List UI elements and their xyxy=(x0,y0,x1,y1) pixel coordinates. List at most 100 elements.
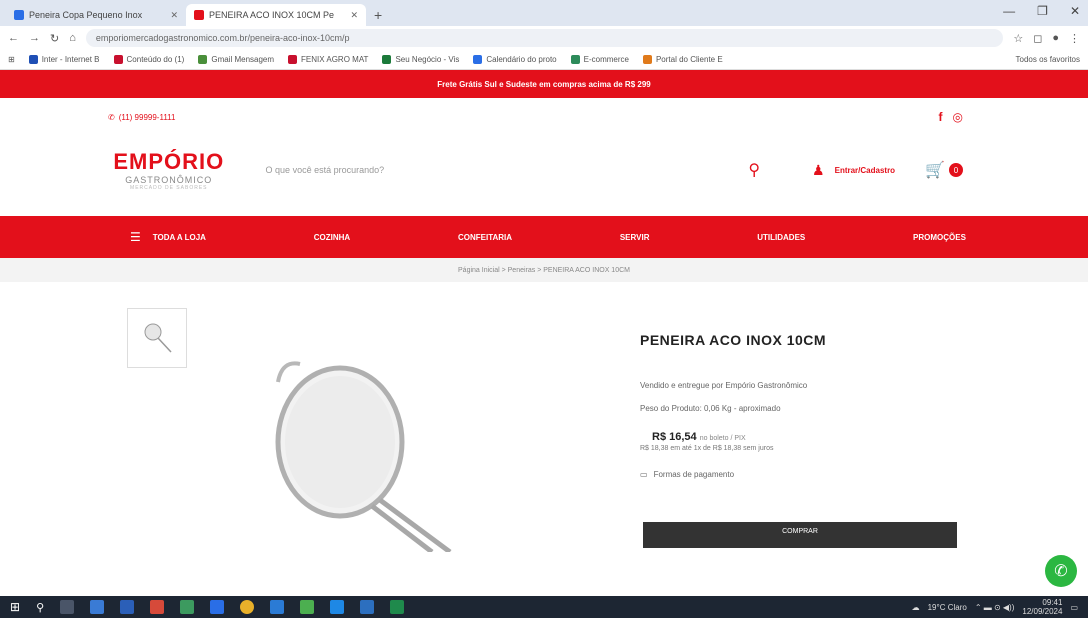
product-main-image[interactable] xyxy=(260,352,480,557)
whatsapp-chat-button[interactable]: ✆ xyxy=(1045,555,1077,587)
payment-label: Formas de pagamento xyxy=(653,470,735,479)
nav-item-cozinha[interactable]: COZINHA xyxy=(314,233,350,242)
buy-label: COMPRAR xyxy=(782,528,818,535)
close-window-icon[interactable]: ✕ xyxy=(1070,4,1080,18)
tray-icons[interactable]: ⌃ ▬ ⊙ ◀)) xyxy=(975,603,1015,612)
sieve-image-icon xyxy=(275,361,452,555)
account-link[interactable]: ♟ Entrar/Cadastro xyxy=(812,162,895,179)
bookmark-item[interactable]: Gmail Mensagem xyxy=(198,55,274,64)
home-icon[interactable]: ⌂ xyxy=(69,32,76,44)
nav-item-utilidades[interactable]: UTILIDADES xyxy=(757,233,805,242)
taskbar-app-icon[interactable] xyxy=(270,600,285,614)
logo-line-1: EMPÓRIO xyxy=(113,149,225,174)
breadcrumb: Página Inicial > Peneiras > PENEIRA ACO … xyxy=(0,258,1088,282)
excel-taskbar-icon[interactable] xyxy=(390,600,405,614)
weather-icon: ☁ xyxy=(911,602,920,612)
site-header: EMPÓRIO GASTRONÔMICO MERCADO DE SABORES … xyxy=(0,136,1088,204)
url-text: emporiomercadogastronomico.com.br/peneir… xyxy=(95,33,350,43)
taskbar-app-icon[interactable] xyxy=(90,600,105,614)
windows-start-icon[interactable]: ⊞ xyxy=(10,600,20,614)
site-logo[interactable]: EMPÓRIO GASTRONÔMICO MERCADO DE SABORES xyxy=(106,149,232,191)
logo-line-2: GASTRONÔMICO xyxy=(125,175,213,185)
bookmark-item[interactable]: FENIX AGRO MAT xyxy=(288,55,368,64)
bookmark-favicon-icon xyxy=(642,55,652,64)
facebook-icon[interactable]: f xyxy=(939,110,943,124)
credit-card-icon: ▭ xyxy=(640,470,648,479)
browser-tab[interactable]: Peneira Copa Pequeno Inox ✕ xyxy=(6,4,186,26)
cart-icon: 🛒 xyxy=(925,162,945,179)
hamburger-icon: ☰ xyxy=(130,230,141,244)
nav-item-servir[interactable]: SERVIR xyxy=(620,233,650,242)
bookmark-item[interactable]: Calendário do proto xyxy=(473,55,557,64)
user-icon: ♟ xyxy=(812,161,825,178)
minimize-icon[interactable]: — xyxy=(1003,4,1015,18)
cart-count: 0 xyxy=(949,163,963,177)
browser-tab-active[interactable]: PENEIRA ACO INOX 10CM Pe ✕ xyxy=(186,4,366,26)
payment-methods-link[interactable]: ▭ Formas de pagamento xyxy=(640,470,960,479)
clock[interactable]: 09:41 12/09/2024 xyxy=(1022,598,1062,616)
taskbar-app-icon[interactable] xyxy=(330,600,345,614)
windows-taskbar: ⊞ ⚲ ☁ 19°C Claro ⌃ ▬ ⊙ ◀)) 09:41 12/09/2… xyxy=(0,596,1088,618)
taskbar-app-icon[interactable] xyxy=(120,600,135,614)
instagram-icon[interactable]: ◎ xyxy=(953,110,963,124)
tab-title: PENEIRA ACO INOX 10CM Pe xyxy=(209,10,335,20)
window-controls: — ❐ ✕ xyxy=(1003,4,1080,18)
chrome-taskbar-icon[interactable] xyxy=(240,600,255,614)
seller-info: Vendido e entregue por Empório Gastronôm… xyxy=(640,381,808,390)
bookmark-favicon-icon xyxy=(473,55,483,64)
weather-text[interactable]: 19°C Claro xyxy=(928,603,967,612)
address-bar-row: ← → ↻ ⌂ emporiomercadogastronomico.com.b… xyxy=(0,26,1088,50)
bookmark-favicon-icon xyxy=(198,55,208,64)
product-thumbnail[interactable] xyxy=(127,308,187,368)
tab-title: Peneira Copa Pequeno Inox xyxy=(29,10,143,20)
nav-item-toda-a-loja[interactable]: ☰ TODA A LOJA xyxy=(130,230,206,244)
tab-favicon-icon xyxy=(194,10,204,20)
taskbar-app-icon[interactable] xyxy=(360,600,375,614)
bookmarks-bar: ⊞ Inter - Internet B Conteúdo do (1) Gma… xyxy=(0,50,1088,70)
sieve-thumbnail-icon xyxy=(144,323,172,353)
bookmark-item[interactable]: Portal do Cliente E xyxy=(642,55,723,64)
buy-button[interactable]: COMPRAR xyxy=(643,522,957,548)
tab-close-icon[interactable]: ✕ xyxy=(170,10,178,21)
bookmark-item[interactable]: Conteúdo do (1) xyxy=(113,55,184,64)
whatsapp-small-icon: ✆ xyxy=(108,112,115,122)
maximize-icon[interactable]: ❐ xyxy=(1037,4,1048,18)
notifications-icon[interactable]: ▭ xyxy=(1070,603,1078,612)
account-label: Entrar/Cadastro xyxy=(834,165,896,175)
bookmark-item[interactable]: E-commerce xyxy=(570,55,629,64)
back-icon[interactable]: ← xyxy=(8,32,19,44)
url-field[interactable]: emporiomercadogastronomico.com.br/peneir… xyxy=(85,29,1004,47)
forward-icon[interactable]: → xyxy=(29,32,40,44)
taskbar-app-icon[interactable] xyxy=(300,600,315,614)
task-view-icon[interactable] xyxy=(60,600,75,614)
taskbar-search-icon[interactable]: ⚲ xyxy=(36,601,44,614)
search-icon[interactable]: ⚲ xyxy=(748,160,760,180)
profile-icon[interactable]: ● xyxy=(1052,32,1059,44)
product-weight: Peso do Produto: 0,06 Kg - aproximado xyxy=(640,404,781,413)
installments-info: R$ 18,38 em até 1x de R$ 18,38 sem juros xyxy=(640,445,774,452)
tab-close-icon[interactable]: ✕ xyxy=(350,10,358,21)
menu-icon[interactable]: ⋮ xyxy=(1069,32,1080,45)
phone-contact[interactable]: ✆ (11) 99999-1111 xyxy=(108,113,175,122)
tab-favicon-icon xyxy=(14,10,24,20)
bookmark-favicon-icon xyxy=(28,55,38,64)
reload-icon[interactable]: ↻ xyxy=(50,32,59,45)
bookmark-star-icon[interactable]: ☆ xyxy=(1013,32,1023,45)
new-tab-button[interactable]: + xyxy=(366,7,390,26)
taskbar-app-icon[interactable] xyxy=(210,600,225,614)
search-input[interactable]: O que você está procurando? ⚲ xyxy=(254,151,773,189)
taskbar-app-icon[interactable] xyxy=(180,600,195,614)
nav-item-confeitaria[interactable]: CONFEITARIA xyxy=(458,233,512,242)
apps-icon[interactable]: ⊞ xyxy=(8,55,15,64)
nav-item-promocoes[interactable]: PROMOÇÕES xyxy=(913,233,966,242)
bookmark-item[interactable]: Inter - Internet B xyxy=(28,55,100,64)
breadcrumb-text[interactable]: Página Inicial > Peneiras > PENEIRA ACO … xyxy=(458,267,630,274)
bookmark-favicon-icon xyxy=(570,55,580,64)
taskbar-app-icon[interactable] xyxy=(150,600,165,614)
all-bookmarks-link[interactable]: Todos os favoritos xyxy=(1016,55,1080,64)
bookmark-item[interactable]: Seu Negócio - Vis xyxy=(382,55,459,64)
product-section: PENEIRA ACO INOX 10CM Vendido e entregue… xyxy=(0,282,1088,555)
cart-button[interactable]: 🛒 0 xyxy=(925,160,963,180)
system-tray: ☁ 19°C Claro ⌃ ▬ ⊙ ◀)) 09:41 12/09/2024 … xyxy=(912,598,1078,616)
extensions-icon[interactable]: ◻ xyxy=(1033,32,1042,45)
